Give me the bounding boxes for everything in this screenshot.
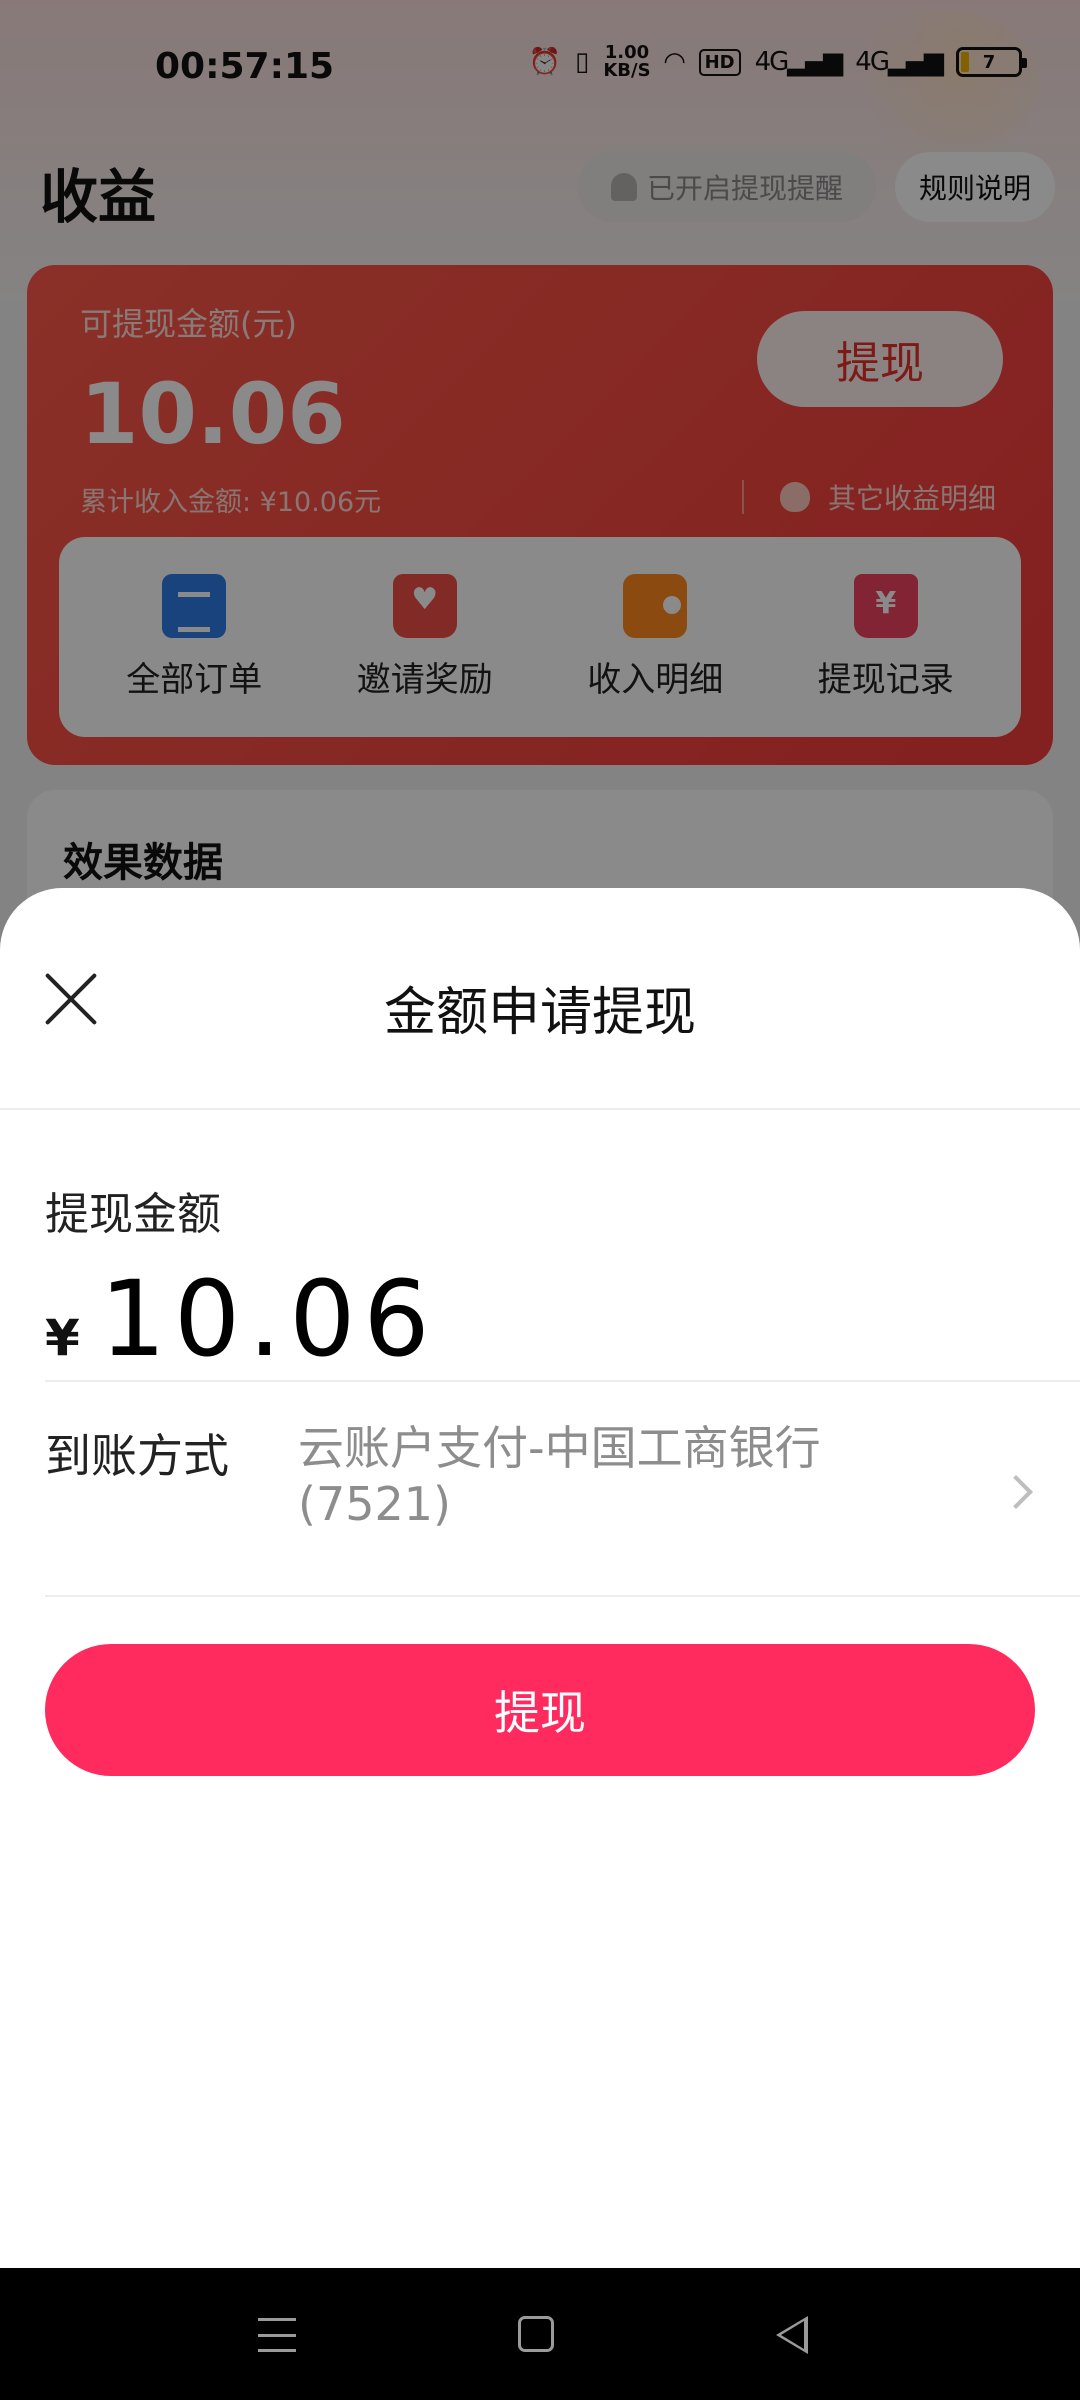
- divider: [45, 1595, 1080, 1597]
- back-icon[interactable]: [776, 2316, 808, 2354]
- withdraw-submit-button[interactable]: 提现: [45, 1644, 1035, 1776]
- payout-value: 云账户支付-中国工商银行(7521): [298, 1421, 821, 1531]
- withdraw-sheet: 金额申请提现 提现金额 ¥ 10.06 到账方式 云账户支付-中国工商银行(75…: [0, 888, 1080, 2268]
- sheet-header: 金额申请提现: [0, 888, 1080, 1110]
- home-icon[interactable]: [518, 2316, 554, 2352]
- sheet-title: 金额申请提现: [383, 983, 696, 1043]
- navigation-bar: [0, 2268, 1080, 2400]
- currency-symbol: ¥: [45, 1309, 80, 1367]
- amount-label: 提现金额: [45, 1189, 221, 1240]
- menu-icon[interactable]: [258, 2318, 296, 2352]
- chevron-right-icon: [999, 1475, 1033, 1509]
- payout-label: 到账方式: [45, 1429, 229, 1483]
- amount-input[interactable]: ¥ 10.06: [45, 1258, 438, 1380]
- payout-method-row[interactable]: 到账方式 云账户支付-中国工商银行(7521): [0, 1382, 1080, 1596]
- amount-value: 10.06: [99, 1258, 438, 1380]
